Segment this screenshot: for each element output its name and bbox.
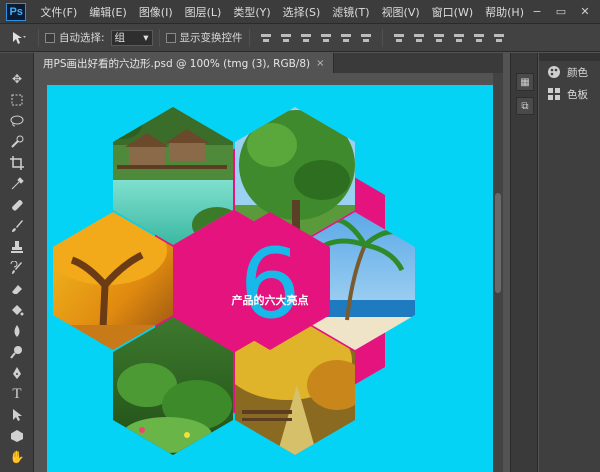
distribute-horizontal-center-icon[interactable]	[472, 31, 486, 45]
swatches-panel-button[interactable]: 色板	[539, 83, 600, 105]
eyedropper-tool-icon[interactable]	[7, 174, 27, 194]
quick-select-tool-icon[interactable]	[7, 132, 27, 152]
distribute-right-icon[interactable]	[492, 31, 506, 45]
hand-tool-icon[interactable]: ✋	[7, 447, 27, 467]
document-tab[interactable]: 用PS画出好看的六边形.psd @ 100% (tmg (3), RGB/8) …	[35, 53, 334, 73]
menu-select[interactable]: 选择(S)	[277, 4, 327, 20]
document-canvas[interactable]: 6 产品的六大亮点	[47, 85, 493, 472]
chevron-down-icon: ▾	[143, 31, 149, 44]
move-tool-preset-icon[interactable]	[6, 28, 32, 48]
auto-select-label: 自动选择:	[59, 32, 105, 44]
center-number: 6	[239, 228, 300, 340]
options-bar: 自动选择: 组 ▾ 显示变换控件	[0, 24, 600, 52]
menu-file[interactable]: 文件(F)	[34, 4, 83, 20]
align-top-icon[interactable]	[259, 31, 273, 45]
document-tab-bar: 用PS画出好看的六边形.psd @ 100% (tmg (3), RGB/8) …	[35, 53, 503, 73]
swatches-icon	[547, 87, 561, 101]
document-tab-title: 用PS画出好看的六边形.psd @ 100% (tmg (3), RGB/8)	[43, 57, 311, 70]
options-separator	[248, 28, 250, 47]
align-vertical-center-icon[interactable]	[279, 31, 293, 45]
distribute-bottom-icon[interactable]	[432, 31, 446, 45]
healing-brush-tool-icon[interactable]	[7, 195, 27, 215]
options-separator	[381, 28, 383, 47]
options-separator	[158, 28, 160, 47]
photoshop-logo: Ps	[6, 2, 27, 21]
panel-dock-header	[539, 53, 600, 61]
menu-help[interactable]: 帮助(H)	[479, 4, 530, 20]
path-select-tool-icon[interactable]	[7, 405, 27, 425]
menu-window[interactable]: 窗口(W)	[426, 4, 479, 20]
menu-type[interactable]: 类型(Y)	[227, 4, 276, 20]
options-separator	[38, 28, 39, 47]
type-tool-icon[interactable]: T	[7, 384, 27, 404]
move-tool-icon[interactable]: ✥	[7, 69, 27, 89]
menu-bar: Ps 文件(F) 编辑(E) 图像(I) 图层(L) 类型(Y) 选择(S) 滤…	[0, 0, 600, 24]
show-transform-checkbox[interactable]	[165, 32, 176, 43]
tools-panel: ✥ T ✋	[0, 53, 34, 472]
pen-tool-icon[interactable]	[7, 363, 27, 383]
shape-tool-icon[interactable]	[7, 426, 27, 446]
auto-select-checkbox[interactable]	[45, 32, 55, 43]
brush-tool-icon[interactable]	[7, 216, 27, 236]
paint-bucket-tool-icon[interactable]	[7, 300, 27, 320]
canvas-vertical-scrollbar[interactable]	[493, 73, 503, 472]
clone-stamp-tool-icon[interactable]	[7, 237, 27, 257]
color-panel-label: 颜色	[567, 66, 588, 79]
align-right-icon[interactable]	[359, 31, 373, 45]
color-panel-button[interactable]: 颜色	[539, 61, 600, 83]
history-panel-icon[interactable]: ▦	[516, 73, 534, 91]
align-left-icon[interactable]	[319, 31, 333, 45]
center-caption: 产品的六大亮点	[232, 293, 309, 307]
distribute-vertical-center-icon[interactable]	[412, 31, 426, 45]
lasso-tool-icon[interactable]	[7, 111, 27, 131]
canvas-area[interactable]: 6 产品的六大亮点	[35, 73, 503, 472]
blur-tool-icon[interactable]	[7, 321, 27, 341]
menu-edit[interactable]: 编辑(E)	[83, 4, 133, 20]
close-tab-icon[interactable]: ×	[316, 58, 324, 69]
menu-view[interactable]: 视图(V)	[376, 4, 426, 20]
history-brush-tool-icon[interactable]	[7, 258, 27, 278]
palette-icon	[547, 65, 561, 79]
panel-dock: 颜色 色板	[539, 53, 600, 472]
auto-select-dropdown[interactable]: 组 ▾	[110, 29, 153, 46]
hexagon-artwork: 6 产品的六大亮点	[53, 107, 415, 455]
close-button[interactable]: ✕	[578, 5, 592, 18]
collapsed-panel-strip: ▦ ⧉	[510, 53, 538, 472]
show-transform-label: 显示变换控件	[179, 32, 243, 44]
menu-filter[interactable]: 滤镜(T)	[326, 4, 375, 20]
distribute-left-icon[interactable]	[452, 31, 466, 45]
crop-tool-icon[interactable]	[7, 153, 27, 173]
auto-select-value: 组	[114, 32, 126, 44]
window-controls: − ▭ ✕	[530, 5, 600, 18]
properties-panel-icon[interactable]: ⧉	[516, 97, 534, 115]
maximize-button[interactable]: ▭	[554, 5, 568, 18]
swatches-panel-label: 色板	[567, 88, 588, 101]
menu-layer[interactable]: 图层(L)	[179, 4, 228, 20]
minimize-button[interactable]: −	[530, 5, 544, 18]
align-horizontal-center-icon[interactable]	[339, 31, 353, 45]
dodge-tool-icon[interactable]	[7, 342, 27, 362]
scrollbar-thumb[interactable]	[495, 193, 501, 293]
eraser-tool-icon[interactable]	[7, 279, 27, 299]
distribute-top-icon[interactable]	[392, 31, 406, 45]
align-bottom-icon[interactable]	[299, 31, 313, 45]
menu-image[interactable]: 图像(I)	[133, 4, 179, 20]
marquee-tool-icon[interactable]	[7, 90, 27, 110]
